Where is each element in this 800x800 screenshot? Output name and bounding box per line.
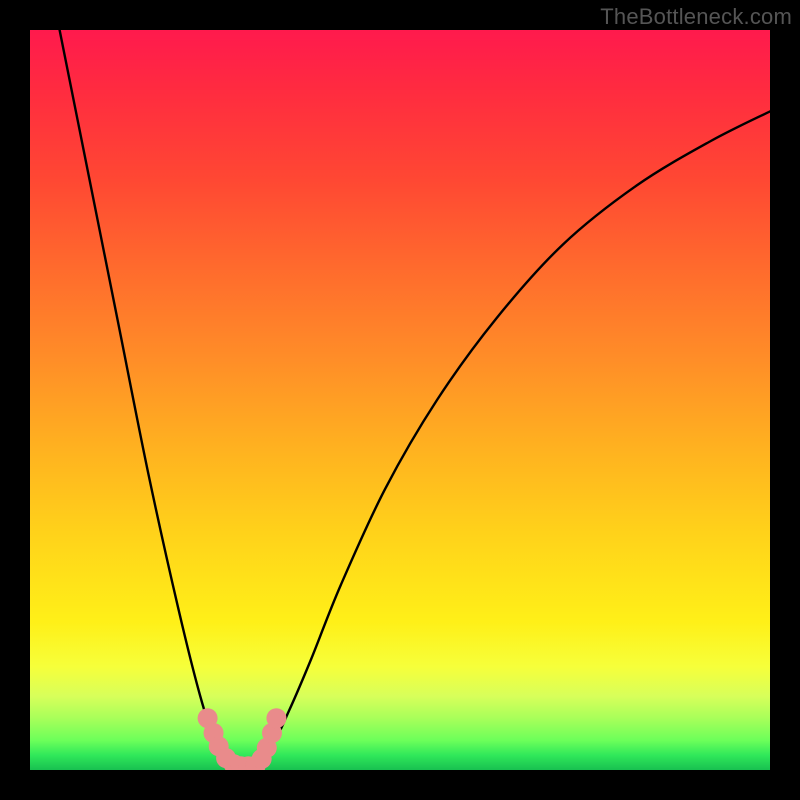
chart-frame: TheBottleneck.com (0, 0, 800, 800)
bottleneck-curve (60, 30, 770, 770)
plot-area (30, 30, 770, 770)
attribution-label: TheBottleneck.com (600, 4, 792, 30)
curve-overlay (30, 30, 770, 770)
marker-dot (266, 708, 286, 728)
bottleneck-markers (198, 708, 287, 770)
